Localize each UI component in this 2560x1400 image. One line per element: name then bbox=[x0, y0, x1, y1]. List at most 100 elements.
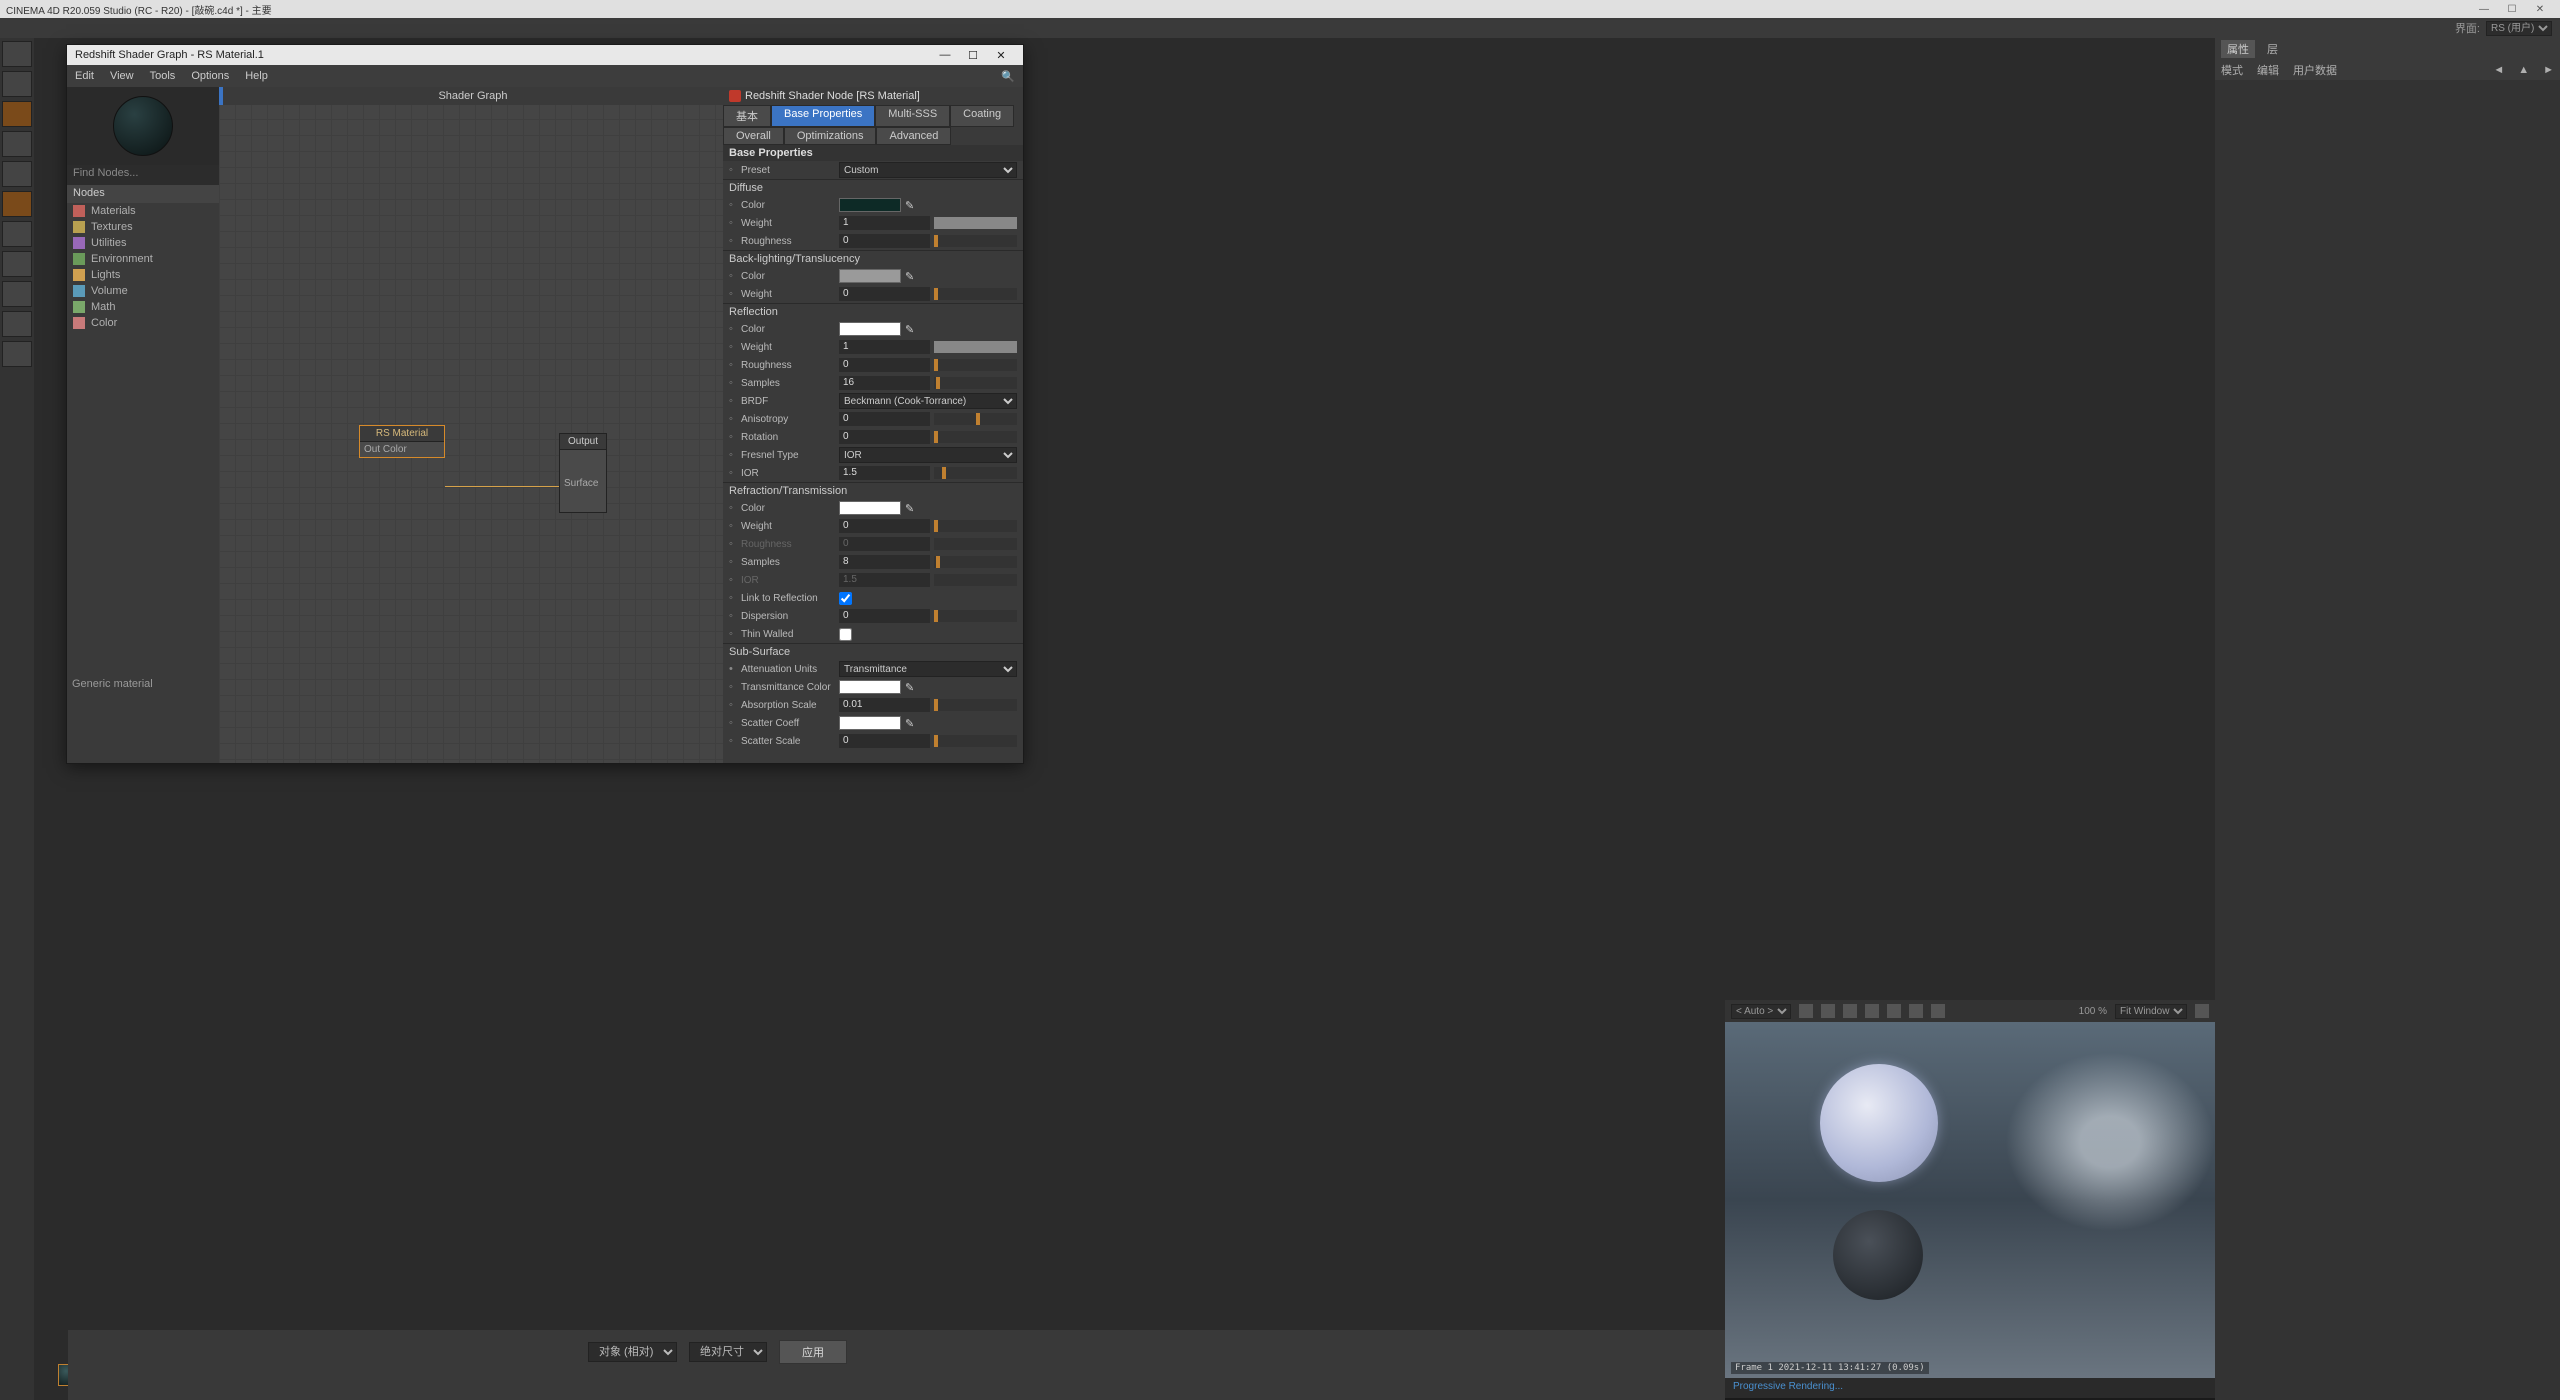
diffuse-rough-input[interactable]: 0 bbox=[839, 234, 930, 248]
refl-color-swatch[interactable] bbox=[839, 322, 901, 336]
fit-select[interactable]: Fit Window bbox=[2115, 1004, 2187, 1019]
minimize-icon[interactable]: — bbox=[2470, 4, 2498, 15]
rot-input[interactable]: 0 bbox=[839, 430, 930, 444]
dispersion-slider[interactable] bbox=[934, 610, 1017, 622]
apply-button[interactable]: 应用 bbox=[779, 1340, 847, 1364]
diffuse-color-swatch[interactable] bbox=[839, 198, 901, 212]
layers-icon[interactable] bbox=[1909, 1004, 1923, 1018]
shader-graph-canvas[interactable]: Shader Graph RS Material Out Color Outpu… bbox=[219, 87, 723, 763]
tool-misc[interactable] bbox=[2, 341, 32, 367]
tab-basic[interactable]: 基本 bbox=[723, 105, 771, 127]
fresnel-select[interactable]: IOR bbox=[839, 447, 1017, 463]
group-backlight[interactable]: Back-lighting/Translucency bbox=[723, 250, 1023, 267]
diffuse-weight-input[interactable]: 1 bbox=[839, 216, 930, 230]
category-utilities[interactable]: Utilities bbox=[67, 235, 219, 251]
tool-points[interactable] bbox=[2, 251, 32, 277]
group-reflection[interactable]: Reflection bbox=[723, 303, 1023, 320]
category-lights[interactable]: Lights bbox=[67, 267, 219, 283]
category-color[interactable]: Color bbox=[67, 315, 219, 331]
eyedropper-icon[interactable]: ✎ bbox=[905, 270, 917, 283]
node-rs-material[interactable]: RS Material Out Color bbox=[359, 425, 445, 458]
eyedropper-icon[interactable]: ✎ bbox=[905, 681, 917, 694]
diffuse-rough-slider[interactable] bbox=[934, 235, 1017, 247]
tool-edges[interactable] bbox=[2, 281, 32, 307]
tab-attributes[interactable]: 属性 bbox=[2221, 40, 2255, 58]
scatter-slider[interactable] bbox=[934, 735, 1017, 747]
eyedropper-icon[interactable]: ✎ bbox=[905, 502, 917, 515]
maximize-icon[interactable]: ☐ bbox=[2498, 4, 2526, 15]
refr-samples-input[interactable]: 8 bbox=[839, 555, 930, 569]
backlight-weight-input[interactable]: 0 bbox=[839, 287, 930, 301]
tool-polys[interactable] bbox=[2, 311, 32, 337]
preset-select[interactable]: Custom bbox=[839, 162, 1017, 178]
category-environment[interactable]: Environment bbox=[67, 251, 219, 267]
refr-color-swatch[interactable] bbox=[839, 501, 901, 515]
rot-slider[interactable] bbox=[934, 431, 1017, 443]
search-icon[interactable]: 🔍 bbox=[1001, 70, 1015, 83]
eyedropper-icon[interactable]: ✎ bbox=[905, 199, 917, 212]
tab-multi-sss[interactable]: Multi-SSS bbox=[875, 105, 950, 127]
sw-minimize-icon[interactable]: — bbox=[931, 49, 959, 61]
aniso-slider[interactable] bbox=[934, 413, 1017, 425]
tool-rotate[interactable] bbox=[2, 191, 32, 217]
tool-scale[interactable] bbox=[2, 161, 32, 187]
menu-edit[interactable]: Edit bbox=[75, 70, 94, 82]
refl-rough-input[interactable]: 0 bbox=[839, 358, 930, 372]
copy-icon[interactable] bbox=[1931, 1004, 1945, 1018]
aniso-input[interactable]: 0 bbox=[839, 412, 930, 426]
menu-view[interactable]: View bbox=[110, 70, 134, 82]
eyedropper-icon[interactable]: ✎ bbox=[905, 717, 917, 730]
category-volume[interactable]: Volume bbox=[67, 283, 219, 299]
node-output[interactable]: Output Surface bbox=[559, 433, 607, 513]
refl-samples-slider[interactable] bbox=[934, 377, 1017, 389]
tab-optimizations[interactable]: Optimizations bbox=[784, 127, 877, 145]
nav-fwd-icon[interactable]: ► bbox=[2543, 64, 2554, 76]
gear-icon[interactable] bbox=[2195, 1004, 2209, 1018]
group-sss[interactable]: Sub-Surface bbox=[723, 643, 1023, 660]
diffuse-weight-slider[interactable] bbox=[934, 217, 1017, 229]
backlight-weight-slider[interactable] bbox=[934, 288, 1017, 300]
dispersion-input[interactable]: 0 bbox=[839, 609, 930, 623]
abs-slider[interactable] bbox=[934, 699, 1017, 711]
ior-input[interactable]: 1.5 bbox=[839, 466, 930, 480]
tool-select[interactable] bbox=[2, 71, 32, 97]
sw-close-icon[interactable]: ✕ bbox=[987, 49, 1015, 62]
lock-icon[interactable] bbox=[1799, 1004, 1813, 1018]
size-mode-select[interactable]: 绝对尺寸 bbox=[689, 1342, 767, 1362]
tool-move[interactable] bbox=[2, 131, 32, 157]
edit-menu[interactable]: 编辑 bbox=[2257, 62, 2279, 78]
menu-tools[interactable]: Tools bbox=[150, 70, 176, 82]
layout-select[interactable]: RS (用户) bbox=[2486, 21, 2552, 36]
coord-mode-select[interactable]: 对象 (相对) bbox=[588, 1342, 677, 1362]
refr-samples-slider[interactable] bbox=[934, 556, 1017, 568]
menu-help[interactable]: Help bbox=[245, 70, 268, 82]
trans-color-swatch[interactable] bbox=[839, 680, 901, 694]
tab-coating[interactable]: Coating bbox=[950, 105, 1014, 127]
scatter-coeff-swatch[interactable] bbox=[839, 716, 901, 730]
tab-overall[interactable]: Overall bbox=[723, 127, 784, 145]
nav-back-icon[interactable]: ◄ bbox=[2493, 64, 2504, 76]
backlight-color-swatch[interactable] bbox=[839, 269, 901, 283]
link-reflection-checkbox[interactable] bbox=[839, 592, 852, 605]
node-port-outcolor[interactable]: Out Color bbox=[360, 442, 444, 457]
tool-cube[interactable] bbox=[2, 101, 32, 127]
circle-icon[interactable] bbox=[1865, 1004, 1879, 1018]
refl-rough-slider[interactable] bbox=[934, 359, 1017, 371]
find-nodes-input[interactable]: Find Nodes... bbox=[67, 165, 219, 185]
eyedropper-icon[interactable]: ✎ bbox=[905, 323, 917, 336]
render-image[interactable]: Frame 1 2021-12-11 13:41:27 (0.09s) bbox=[1725, 1022, 2215, 1378]
tool-axis[interactable] bbox=[2, 221, 32, 247]
tab-layers[interactable]: 层 bbox=[2267, 41, 2278, 57]
category-textures[interactable]: Textures bbox=[67, 219, 219, 235]
category-math[interactable]: Math bbox=[67, 299, 219, 315]
node-port-surface[interactable]: Surface bbox=[560, 476, 606, 491]
render-auto-select[interactable]: < Auto > bbox=[1731, 1004, 1791, 1019]
abs-scale-input[interactable]: 0.01 bbox=[839, 698, 930, 712]
ior-slider[interactable] bbox=[934, 467, 1017, 479]
snowflake-icon[interactable] bbox=[1843, 1004, 1857, 1018]
scatter-scale-input[interactable]: 0 bbox=[839, 734, 930, 748]
grid-icon[interactable] bbox=[1821, 1004, 1835, 1018]
refl-weight-input[interactable]: 1 bbox=[839, 340, 930, 354]
nav-up-icon[interactable]: ▲ bbox=[2518, 64, 2529, 76]
refr-weight-slider[interactable] bbox=[934, 520, 1017, 532]
